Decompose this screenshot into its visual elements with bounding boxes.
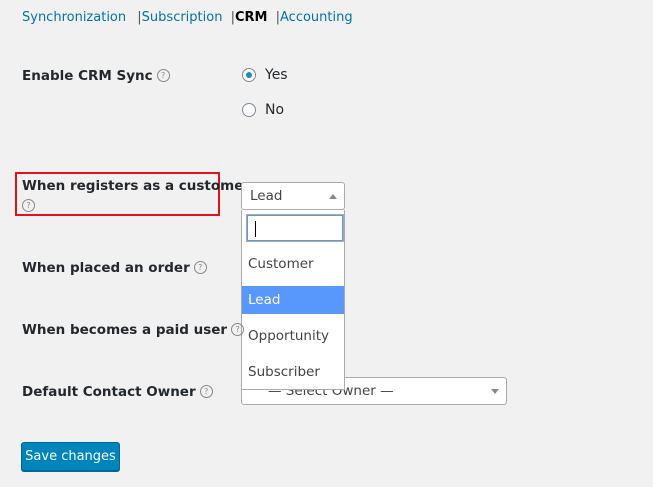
help-icon[interactable]: ? bbox=[193, 261, 207, 274]
registers-customer-select[interactable]: Lead bbox=[241, 182, 345, 210]
select-value: Lead bbox=[250, 188, 283, 204]
text-cursor bbox=[255, 221, 256, 237]
dropdown-search-input[interactable] bbox=[246, 214, 344, 242]
chevron-up-icon bbox=[329, 194, 337, 199]
paid-user-label: When becomes a paid user? bbox=[22, 322, 245, 338]
radio-no-label: No bbox=[265, 102, 285, 118]
dropdown-option[interactable]: Customer bbox=[242, 250, 344, 278]
tab-accounting[interactable]: Accounting bbox=[280, 10, 353, 25]
contact-owner-label: Default Contact Owner? bbox=[22, 384, 213, 400]
tab-synchronization[interactable]: Synchronization bbox=[22, 10, 126, 25]
save-changes-button[interactable]: Save changes bbox=[21, 442, 120, 471]
dropdown-option[interactable]: Opportunity bbox=[242, 322, 344, 350]
radio-yes-label: Yes bbox=[265, 67, 288, 83]
help-icon[interactable]: ? bbox=[231, 323, 245, 336]
radio-unchecked-icon[interactable] bbox=[242, 103, 256, 117]
help-icon[interactable]: ? bbox=[199, 385, 213, 398]
registers-customer-label: When registers as a customer bbox=[22, 178, 251, 194]
enable-crm-sync-label: Enable CRM Sync? bbox=[22, 68, 170, 84]
placed-order-label: When placed an order? bbox=[22, 260, 207, 276]
tab-crm[interactable]: CRM bbox=[235, 10, 268, 25]
settings-tabs: Synchronization |Subscription |CRM |Acco… bbox=[22, 10, 353, 25]
radio-checked-icon[interactable] bbox=[242, 68, 256, 82]
help-icon[interactable]: ? bbox=[22, 199, 35, 212]
tab-subscription[interactable]: Subscription bbox=[142, 10, 223, 25]
registers-customer-dropdown: Customer Lead Opportunity Subscriber bbox=[241, 210, 345, 390]
enable-crm-sync-no[interactable]: No bbox=[242, 102, 284, 118]
dropdown-option-highlighted[interactable]: Lead bbox=[242, 286, 344, 314]
help-icon[interactable]: ? bbox=[156, 69, 170, 82]
chevron-down-icon bbox=[491, 389, 499, 394]
dropdown-bottom-edge bbox=[241, 377, 345, 390]
enable-crm-sync-yes[interactable]: Yes bbox=[242, 67, 288, 83]
